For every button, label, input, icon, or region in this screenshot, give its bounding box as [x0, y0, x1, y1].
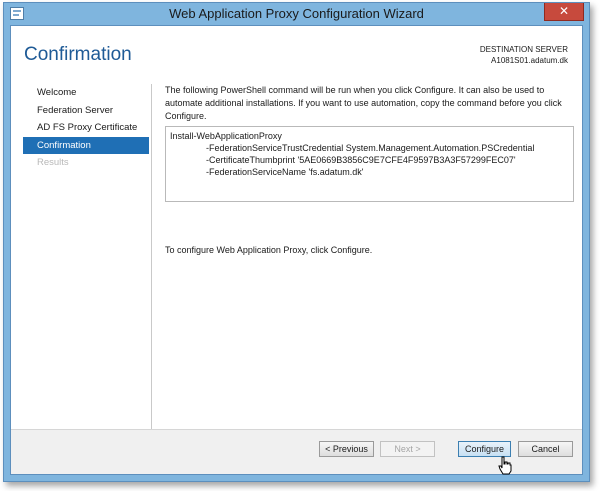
intro-text: The following PowerShell command will be…	[165, 85, 562, 121]
nav-divider	[151, 84, 152, 429]
configure-instruction: To configure Web Application Proxy, clic…	[165, 245, 373, 255]
powershell-command-box[interactable]: Install-WebApplicationProxy -FederationS…	[165, 126, 574, 202]
nav-item-adfs-proxy-certificate[interactable]: AD FS Proxy Certificate	[23, 119, 149, 137]
nav-item-results: Results	[37, 157, 69, 168]
button-bar: < Previous Next > Configure Cancel	[11, 429, 582, 474]
destination-server-name: A1081S01.adatum.dk	[491, 56, 568, 65]
command-line: -CertificateThumbprint '5AE0669B3856C9E7…	[206, 155, 516, 165]
command-line: -FederationServiceTrustCredential System…	[206, 143, 535, 153]
close-button[interactable]: ✕	[544, 3, 584, 21]
nav-item-confirmation[interactable]: Confirmation	[23, 136, 149, 154]
destination-server-info: DESTINATION SERVER A1081S01.adatum.dk	[480, 44, 568, 66]
title-bar: Web Application Proxy Configuration Wiza…	[4, 3, 589, 25]
nav-item-welcome[interactable]: Welcome	[23, 84, 149, 102]
page-title: Confirmation	[24, 44, 132, 65]
content-pane: The following PowerShell command will be…	[165, 84, 575, 255]
window-title: Web Application Proxy Configuration Wiza…	[169, 6, 424, 21]
wizard-window: Web Application Proxy Configuration Wiza…	[3, 2, 590, 482]
destination-server-label: DESTINATION SERVER	[479, 45, 568, 54]
wizard-nav: Welcome Federation Server AD FS Proxy Ce…	[23, 84, 149, 172]
cancel-button[interactable]: Cancel	[518, 441, 573, 457]
command-line: -FederationServiceName 'fs.adatum.dk'	[206, 167, 364, 177]
nav-item-federation-server[interactable]: Federation Server	[23, 102, 149, 120]
command-line: Install-WebApplicationProxy	[170, 131, 282, 141]
wizard-body: Confirmation DESTINATION SERVER A1081S01…	[10, 25, 583, 475]
previous-button[interactable]: < Previous	[319, 441, 374, 457]
next-button[interactable]: Next >	[380, 441, 435, 457]
configure-button[interactable]: Configure	[458, 441, 511, 457]
